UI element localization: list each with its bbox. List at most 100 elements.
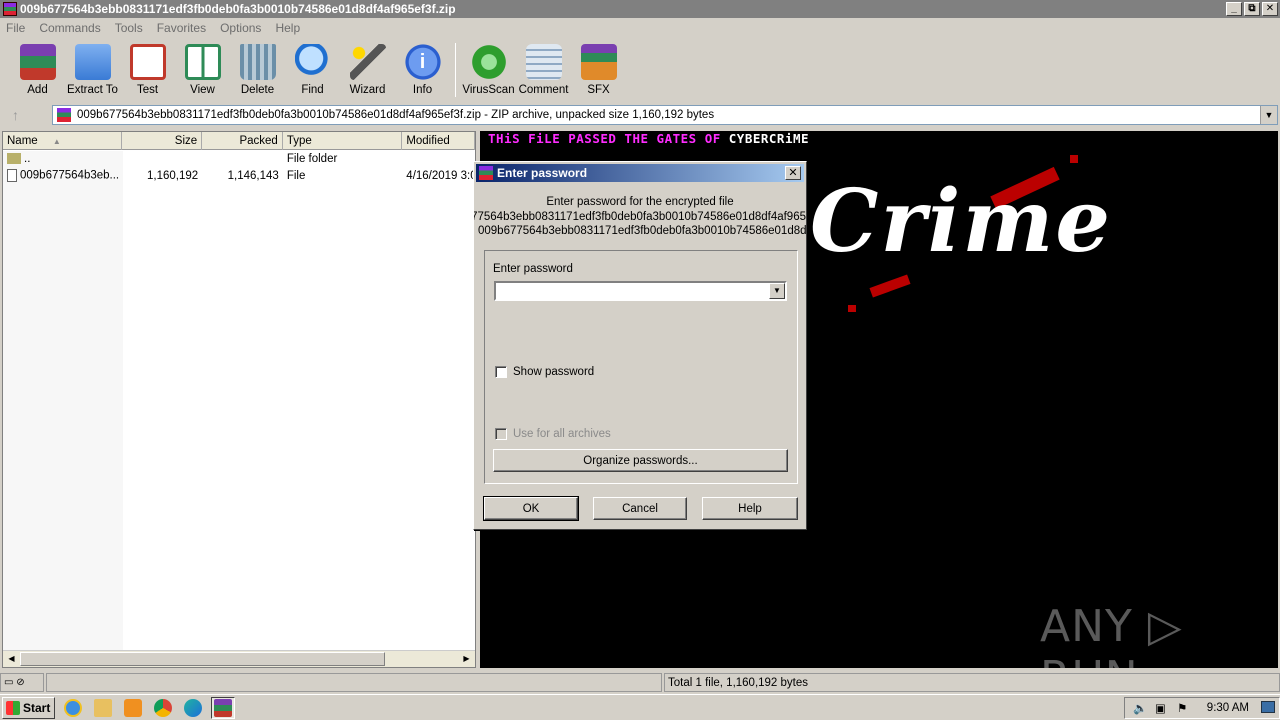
cybercrime-logo: Crime [810,171,1113,272]
row-size: 1,160,192 [146,169,199,182]
row-modified: 4/16/2019 3:0 [406,169,475,182]
network-icon[interactable]: ▣ [1155,701,1166,715]
start-label: Start [23,700,51,715]
test-clipboard-icon [129,44,166,80]
show-password-box[interactable] [495,366,507,378]
menu-help[interactable]: Help [275,21,300,35]
scroll-right-icon[interactable]: ▶ [459,652,474,666]
file-list[interactable]: Name ▲ Size Packed Type Modified .. File… [2,131,476,668]
info-icon: i [404,44,441,80]
blood-splatter [1070,155,1078,163]
winrar-taskbar-icon[interactable] [211,696,235,719]
info-button[interactable]: i Info [395,40,450,100]
organize-passwords-button[interactable]: Organize passwords... [493,449,788,472]
up-arrow-icon[interactable]: ↑ [12,107,19,123]
wizard-label: Wizard [349,84,386,96]
clock[interactable]: 9:30 AM [1207,702,1249,714]
extract-folder-icon [74,44,111,80]
close-button[interactable]: ✕ [1262,2,1278,16]
delete-trash-icon [239,44,276,80]
menu-favorites[interactable]: Favorites [157,21,206,35]
row-name: 009b677564b3eb... [20,169,120,182]
menu-bar: File Commands Tools Favorites Options He… [0,18,1280,38]
window-titlebar: 009b677564b3ebb0831171edf3fb0deb0fa3b001… [0,0,1280,18]
file-icon [7,169,17,182]
toolbar: Add Extract To Test View Delete Find Wiz… [0,40,1280,100]
status-selected [46,673,662,692]
use-for-all-label: Use for all archives [513,428,611,440]
zip-archive-icon [57,108,71,122]
view-book-icon [184,44,221,80]
test-label: Test [136,84,159,96]
explorer-taskbar-icon[interactable] [91,697,115,719]
dialog-title: Enter password [497,166,588,180]
menu-tools[interactable]: Tools [115,21,143,35]
column-packed[interactable]: Packed [202,132,283,150]
banner-magenta-text: THiS FiLE PASSED THE GATES OF [488,131,721,146]
cancel-button[interactable]: Cancel [593,497,687,520]
folder-icon [7,152,21,164]
show-desktop-icon[interactable] [1261,701,1275,713]
restore-button[interactable]: ⧉ [1244,2,1260,16]
comment-icon [525,44,562,80]
status-bar: ▭ ⊘ Total 1 file, 1,160,192 bytes [0,673,1280,693]
name-column-highlight [3,151,123,651]
enter-password-dialog: Enter password ✕ Enter password for the … [473,161,807,530]
virusscan-bug-icon [470,44,507,80]
column-size[interactable]: Size [122,132,203,150]
volume-icon[interactable]: 🔈 [1133,701,1147,715]
scrollbar-thumb[interactable] [20,652,385,666]
extract-to-button[interactable]: Extract To [65,40,120,100]
find-label: Find [301,84,324,96]
find-button[interactable]: Find [285,40,340,100]
dialog-close-icon[interactable]: ✕ [785,166,801,180]
column-modified[interactable]: Modified [402,132,475,150]
start-button[interactable]: Start [2,696,55,719]
table-row[interactable]: .. File folder [3,150,475,167]
comment-label: Comment [518,84,569,96]
ie-taskbar-icon[interactable] [61,697,85,719]
column-type[interactable]: Type [283,132,403,150]
ok-button[interactable]: OK [483,496,579,521]
menu-options[interactable]: Options [220,21,261,35]
address-dropdown-icon[interactable]: ▼ [1260,106,1277,124]
delete-button[interactable]: Delete [230,40,285,100]
test-button[interactable]: Test [120,40,175,100]
winrar-dialog-icon [479,166,493,180]
info-label: Info [412,84,433,96]
scroll-left-icon[interactable]: ◀ [4,652,19,666]
password-group: Enter password ▼ Show password Use for a… [484,250,798,484]
help-button[interactable]: Help [702,497,798,520]
virusscan-button[interactable]: VirusScan [461,40,516,100]
menu-file[interactable]: File [6,21,25,35]
wizard-button[interactable]: Wizard [340,40,395,100]
dialog-filename-line2: 009b677564b3ebb0831171edf3fb0deb0fa3b001… [478,225,806,237]
password-dropdown-icon[interactable]: ▼ [769,283,785,299]
add-button[interactable]: Add [10,40,65,100]
minimize-button[interactable]: _ [1226,2,1242,16]
media-player-taskbar-icon[interactable] [121,697,145,719]
address-field[interactable]: 009b677564b3ebb0831171edf3fb0deb0fa3b001… [52,105,1278,125]
row-name: .. [24,152,31,165]
row-type: File folder [286,152,338,165]
sfx-button[interactable]: SFX [571,40,626,100]
edge-taskbar-icon[interactable] [181,697,205,719]
menu-commands[interactable]: Commands [39,21,100,35]
extract-to-label: Extract To [67,84,118,96]
view-button[interactable]: View [175,40,230,100]
table-row[interactable]: 009b677564b3eb... 1,160,192 1,146,143 Fi… [3,167,475,184]
use-for-all-box [495,428,507,440]
add-archive-icon [19,44,56,80]
drive-lock-icon: ▭ ⊘ [0,673,44,692]
show-password-checkbox[interactable]: Show password [495,366,594,378]
column-name[interactable]: Name ▲ [3,132,123,150]
password-input[interactable]: ▼ [494,281,787,301]
toolbar-separator [455,43,456,97]
row-packed: 1,146,143 [227,169,279,182]
dialog-message: Enter password for the encrypted file [546,196,734,208]
action-center-flag-icon[interactable]: ⚑ [1177,701,1187,715]
horizontal-scrollbar[interactable]: ◀ ▶ [3,650,475,667]
chrome-taskbar-icon[interactable] [151,697,175,719]
find-magnifier-icon [294,44,331,80]
comment-button[interactable]: Comment [516,40,571,100]
